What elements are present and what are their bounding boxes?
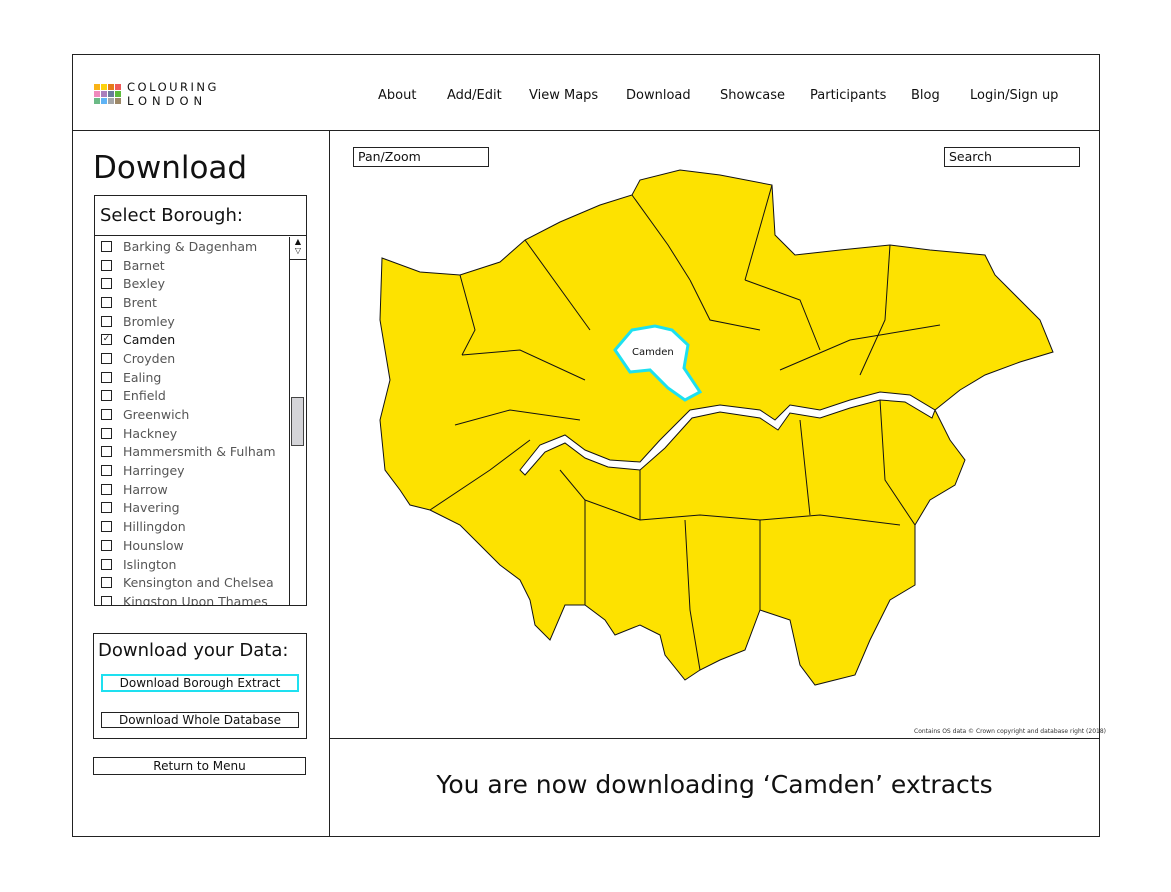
- camden-map-label: Camden: [632, 347, 674, 358]
- page: COLOURING LONDON About Add/Edit View Map…: [0, 0, 1171, 892]
- london-map[interactable]: Camden: [0, 0, 1171, 892]
- download-status-message: You are now downloading ‘Camden’ extract…: [436, 770, 993, 799]
- london-boroughs[interactable]: [379, 169, 1054, 686]
- map-credit: Contains OS data © Crown copyright and d…: [914, 728, 1106, 735]
